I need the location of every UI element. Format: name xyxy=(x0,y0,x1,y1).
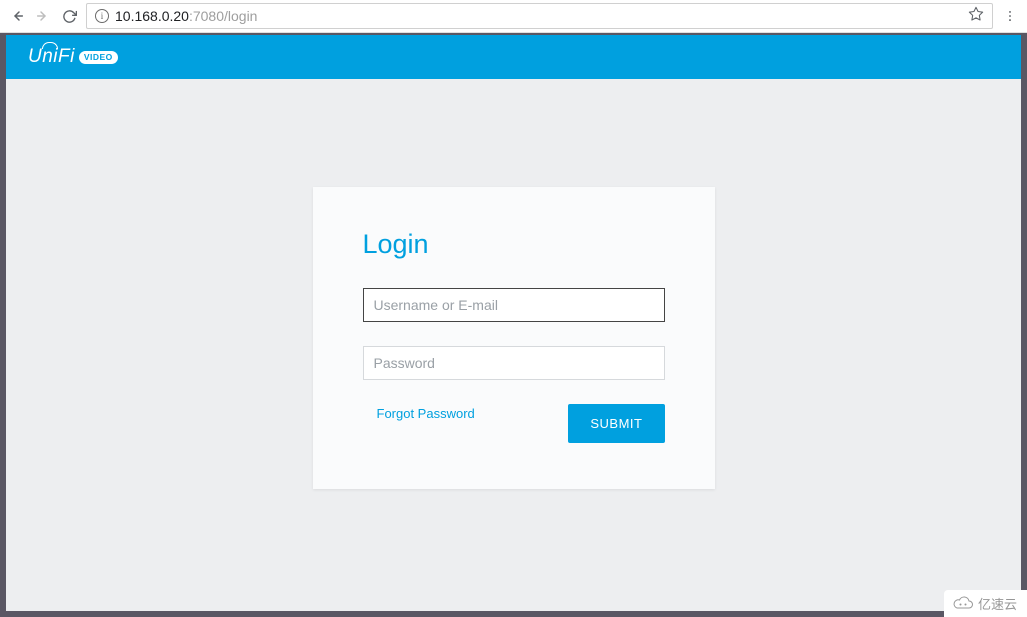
address-bar[interactable]: i 10.168.0.20:7080/login xyxy=(86,3,993,29)
logo-badge: VIDEO xyxy=(79,51,118,64)
password-input[interactable] xyxy=(363,346,665,380)
watermark: 亿速云 xyxy=(944,590,1027,617)
app-header: UniFi VIDEO xyxy=(6,35,1021,79)
viewport: UniFi VIDEO Login Forgot Password SUBMIT… xyxy=(0,33,1027,617)
site-info-icon[interactable]: i xyxy=(95,9,109,23)
back-button[interactable] xyxy=(8,7,26,25)
url-text: 10.168.0.20:7080/login xyxy=(115,8,257,24)
forgot-password-link[interactable]: Forgot Password xyxy=(377,406,475,421)
login-title: Login xyxy=(363,229,665,260)
submit-button[interactable]: SUBMIT xyxy=(568,404,664,443)
reload-button[interactable] xyxy=(60,7,78,25)
cloud-icon xyxy=(952,596,974,612)
bookmark-star-icon[interactable] xyxy=(968,6,984,27)
login-card: Login Forgot Password SUBMIT xyxy=(313,187,715,489)
logo-word: UniFi xyxy=(28,46,75,68)
watermark-text: 亿速云 xyxy=(978,594,1017,613)
forward-button[interactable] xyxy=(34,7,52,25)
unifi-video-logo: UniFi VIDEO xyxy=(28,46,118,68)
username-input[interactable] xyxy=(363,288,665,322)
login-card-wrapper: Login Forgot Password SUBMIT xyxy=(6,79,1021,489)
browser-toolbar: i 10.168.0.20:7080/login xyxy=(0,0,1027,33)
page-body: UniFi VIDEO Login Forgot Password SUBMIT xyxy=(6,35,1021,611)
browser-menu-icon[interactable] xyxy=(1001,9,1019,23)
login-card-footer: Forgot Password SUBMIT xyxy=(363,404,665,443)
